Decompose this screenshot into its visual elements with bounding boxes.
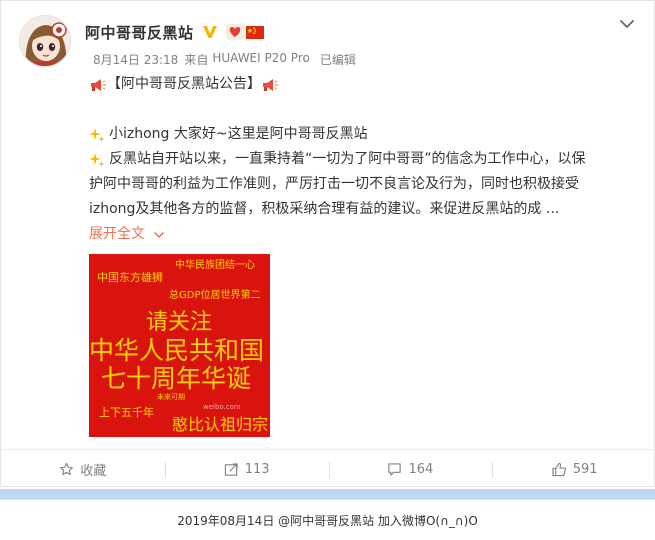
body-line-3: izhong及其他各方的监督，积极采纳合理有益的建议。来促进反黑站的成 ... [89, 197, 629, 222]
repost-button[interactable]: 113 [164, 450, 329, 489]
expand-full-text-link[interactable]: 展开全文 [89, 222, 165, 247]
comment-count[interactable]: 164 [408, 462, 433, 477]
post-text: 【阿中哥哥反黑站公告】 [89, 72, 629, 97]
poster-text: 中华人民共和国 [89, 336, 265, 365]
favorite-button[interactable]: 收藏 [1, 450, 165, 489]
edited-label[interactable]: 已编辑 [320, 51, 356, 68]
sparkle-icon [89, 152, 105, 167]
like-button[interactable]: 591 [492, 450, 655, 489]
body-line-2: 护阿中哥哥的利益为工作准则，严厉打击一切不良言论及行为，同时也积极接受 [89, 172, 629, 197]
heart-badge-icon[interactable] [225, 24, 244, 40]
repost-count[interactable]: 113 [245, 462, 270, 477]
poster-text: 请关注 [146, 310, 213, 335]
expand-line: 展开全文 [89, 222, 629, 247]
star-icon [60, 462, 74, 476]
body-text: 反黑站自开站以来，一直秉持着 [109, 151, 305, 167]
poster-text: 七十周年华诞 [101, 364, 252, 393]
megaphone-icon [263, 78, 278, 91]
thumbs-up-icon [552, 462, 566, 477]
author-row: 阿中哥哥反黑站 [85, 21, 264, 43]
poster-text: 中华民族团结一心 [175, 260, 255, 271]
favorite-label[interactable]: 收藏 [80, 460, 106, 479]
expand-label[interactable]: 展开全文 [89, 222, 145, 247]
author-avatar[interactable] [19, 15, 71, 67]
sparkle-icon [89, 127, 105, 142]
announcement-title: 【阿中哥哥反黑站公告】 [107, 76, 261, 92]
post-action-bar: 收藏 113 164 591 [1, 449, 655, 489]
china-flag-icon[interactable] [245, 25, 264, 39]
comment-bubble-icon [388, 463, 402, 476]
post-date[interactable]: 8月14日 23:18 [93, 51, 178, 68]
chevron-down-icon[interactable] [153, 231, 165, 239]
like-count[interactable]: 591 [573, 462, 598, 477]
more-options-chevron-down-icon[interactable] [618, 17, 636, 31]
post-meta: 8月14日 23:18 来自 HUAWEI P20 Pro 已编辑 [93, 51, 356, 68]
body-text: 护阿中哥哥的利益为工作准则，严厉打击一切不良言论及行为，同时也积极接受 [89, 176, 579, 192]
weibo-post-card: 阿中哥哥反黑站 8月14日 23:18 来自 HUAWEI P20 Pro 已编… [0, 0, 655, 487]
body-line-1: 反黑站自开站以来，一直秉持着 “一切为了阿中哥哥” 的信念为工作中心，以保 [89, 147, 629, 172]
share-arrow-icon [224, 463, 238, 476]
footer-text: 2019年08月14日 @阿中哥哥反黑站 加入微博O(∩_∩)O [177, 513, 478, 528]
poster-watermark: weibo.com [203, 403, 241, 411]
body-text: 的信念为工作中心，以保 [431, 151, 586, 167]
post-body: 小izhong 大家好~这里是阿中哥哥反黑站 反黑站自开站以来，一直秉持着 “一切… [89, 122, 629, 247]
author-name[interactable]: 阿中哥哥反黑站 [85, 22, 194, 43]
megaphone-icon [91, 78, 106, 91]
greeting-line: 小izhong 大家好~这里是阿中哥哥反黑站 [89, 122, 629, 147]
body-quote: “一切为了阿中哥哥” [305, 151, 432, 167]
poster-text: 上下五千年 [99, 406, 154, 419]
verified-v-icon[interactable] [202, 24, 218, 40]
announcement-line: 【阿中哥哥反黑站公告】 [89, 72, 629, 97]
comment-button[interactable]: 164 [328, 450, 493, 489]
anime-girl-avatar-icon [20, 16, 70, 66]
poster-text: 未来可期 [157, 393, 185, 401]
poster-text: 中国东方雄狮 [97, 271, 163, 284]
post-source: HUAWEI P20 Pro [212, 51, 310, 65]
separator-bar [0, 489, 655, 499]
footer-caption: 2019年08月14日 @阿中哥哥反黑站 加入微博O(∩_∩)O [0, 499, 655, 540]
post-image-poster[interactable]: 中华民族团结一心 中国东方雄狮 总GDP位居世界第二 请关注 中华人民共和国 七… [89, 254, 270, 437]
source-prefix: 来自 [184, 53, 209, 67]
poster-text: 憨比认祖归宗 [172, 415, 269, 434]
poster-text: 总GDP位居世界第二 [169, 290, 261, 301]
greeting-text: 小izhong 大家好~这里是阿中哥哥反黑站 [109, 126, 368, 142]
body-text: izhong及其他各方的监督，积极采纳合理有益的建议。来促进反黑站的成 ... [89, 201, 560, 217]
